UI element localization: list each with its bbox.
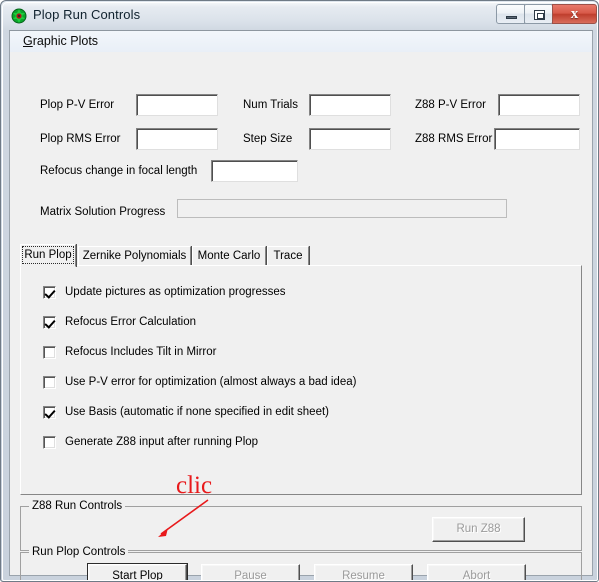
group-label: Run Plop Controls xyxy=(29,546,129,558)
tab-label: Trace xyxy=(273,250,303,262)
label-plop-pv-error: Plop P-V Error xyxy=(40,99,115,111)
button-label: Resume xyxy=(342,570,385,581)
checkbox-row-refocus-includes-tilt[interactable]: Refocus Includes Tilt in Mirror xyxy=(43,344,216,360)
menu-item-graphic-plots[interactable]: Graphic Plots xyxy=(19,33,102,49)
checkbox-label: Refocus Includes Tilt in Mirror xyxy=(65,346,217,358)
abort-button[interactable]: Abort xyxy=(427,564,526,581)
client-area: Graphic Plots Plop P-V Error Num Trials … xyxy=(9,30,593,580)
input-plop-pv-error[interactable] xyxy=(136,94,218,116)
maximize-icon xyxy=(534,10,545,20)
window-title: Plop Run Controls xyxy=(33,7,141,22)
close-button[interactable]: x xyxy=(552,4,597,24)
tab-panel-run-plop: Update pictures as optimization progress… xyxy=(20,265,582,495)
checkbox-label: Use Basis (automatic if none specified i… xyxy=(65,406,329,418)
window-frame: Plop Run Controls x Graphic Plots Plop P… xyxy=(2,2,598,581)
checkbox-label: Use P-V error for optimization (almost a… xyxy=(65,376,357,388)
tab-trace[interactable]: Trace xyxy=(267,246,309,266)
input-step-size[interactable] xyxy=(309,128,391,150)
resume-button[interactable]: Resume xyxy=(314,564,413,581)
tab-strip: Run Plop Zernike Polynomials Monte Carlo… xyxy=(20,244,582,267)
label-refocus-change: Refocus change in focal length xyxy=(40,165,198,177)
checkbox-label: Generate Z88 input after running Plop xyxy=(65,436,259,448)
button-label: Abort xyxy=(462,570,491,581)
button-label: Run Z88 xyxy=(456,523,501,535)
plop-app-icon xyxy=(11,8,27,24)
checkbox-use-pv-error[interactable] xyxy=(43,375,56,389)
group-label: Z88 Run Controls xyxy=(29,500,126,512)
label-step-size: Step Size xyxy=(243,133,293,145)
run-z88-button[interactable]: Run Z88 xyxy=(432,517,525,542)
checkbox-row-update-pictures[interactable]: Update pictures as optimization progress… xyxy=(43,284,286,300)
menu-bar: Graphic Plots xyxy=(10,31,592,53)
close-icon: x xyxy=(570,6,579,22)
tab-label: Monte Carlo xyxy=(197,250,261,262)
input-num-trials[interactable] xyxy=(309,94,391,116)
checkbox-label: Refocus Error Calculation xyxy=(65,316,197,328)
input-refocus-change[interactable] xyxy=(211,160,298,182)
label-num-trials: Num Trials xyxy=(243,99,298,111)
checkbox-label: Update pictures as optimization progress… xyxy=(65,286,286,298)
tab-zernike-polynomials[interactable]: Zernike Polynomials xyxy=(78,246,191,266)
button-label: Pause xyxy=(234,570,267,581)
tab-label: Run Plop xyxy=(24,249,72,261)
checkbox-row-refocus-error-calculation[interactable]: Refocus Error Calculation xyxy=(43,314,196,330)
input-z88-pv-error[interactable] xyxy=(498,94,580,116)
application-window: Plop Run Controls x Graphic Plots Plop P… xyxy=(0,0,599,582)
pause-button[interactable]: Pause xyxy=(201,564,300,581)
maximize-button[interactable] xyxy=(524,4,553,24)
checkbox-use-basis[interactable] xyxy=(43,405,56,419)
label-z88-pv-error: Z88 P-V Error xyxy=(415,99,486,111)
button-label: Start Plop xyxy=(112,570,163,581)
label-matrix-solution-progress: Matrix Solution Progress xyxy=(40,206,166,218)
checkbox-update-pictures[interactable] xyxy=(43,285,56,299)
start-plop-button[interactable]: Start Plop xyxy=(87,563,188,581)
checkbox-refocus-includes-tilt[interactable] xyxy=(43,345,56,359)
group-run-plop-controls: Run Plop Controls Start Plop Pause Resum… xyxy=(20,546,582,581)
checkbox-row-use-pv-error[interactable]: Use P-V error for optimization (almost a… xyxy=(43,374,356,390)
matrix-solution-progressbar xyxy=(177,199,507,218)
input-plop-rms-error[interactable] xyxy=(136,128,218,150)
menu-accelerator: G xyxy=(23,34,33,48)
input-z88-rms-error[interactable] xyxy=(494,128,580,150)
minimize-button[interactable] xyxy=(496,4,525,24)
tab-monte-carlo[interactable]: Monte Carlo xyxy=(192,246,266,266)
label-z88-rms-error: Z88 RMS Error xyxy=(415,133,493,145)
tab-label: Zernike Polynomials xyxy=(82,250,187,262)
title-bar[interactable]: Plop Run Controls x xyxy=(3,3,597,30)
annotation-label-clic: clic xyxy=(176,472,213,499)
checkbox-generate-z88-input[interactable] xyxy=(43,435,56,449)
checkbox-row-use-basis[interactable]: Use Basis (automatic if none specified i… xyxy=(43,404,329,420)
checkbox-refocus-error-calculation[interactable] xyxy=(43,315,56,329)
checkbox-row-generate-z88-input[interactable]: Generate Z88 input after running Plop xyxy=(43,434,258,450)
minimize-icon xyxy=(506,16,517,19)
results-form-panel: Plop P-V Error Num Trials Z88 P-V Error … xyxy=(10,52,592,237)
tab-run-plop[interactable]: Run Plop xyxy=(20,244,76,267)
window-controls: x xyxy=(496,4,597,25)
group-z88-run-controls: Z88 Run Controls Run Z88 xyxy=(20,500,582,551)
menu-item-label: raphic Plots xyxy=(32,34,99,48)
label-plop-rms-error: Plop RMS Error xyxy=(40,133,121,145)
